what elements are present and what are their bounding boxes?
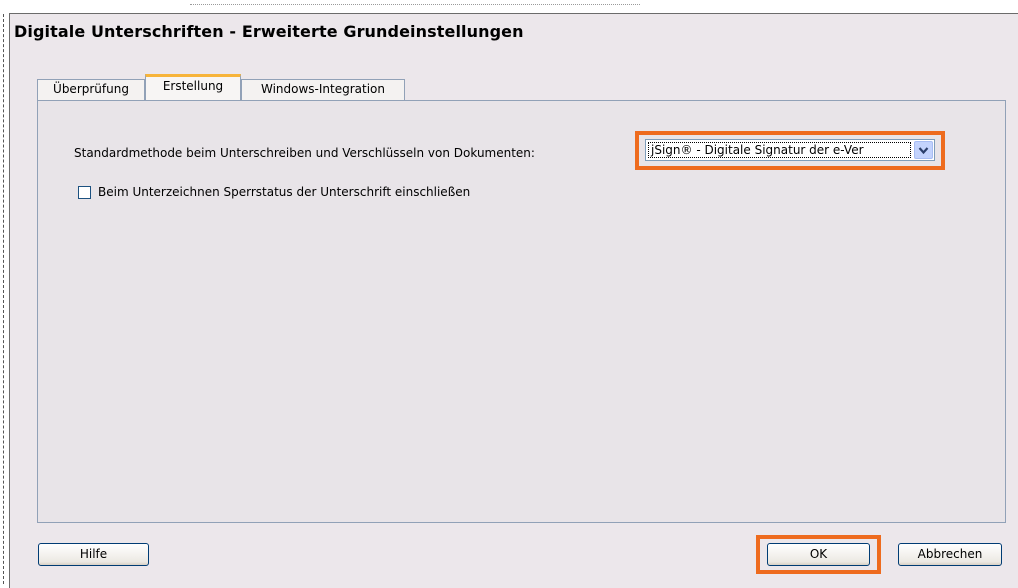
background-edge [3,14,6,584]
tab-ueberpruefung[interactable]: Überprüfung [37,79,145,100]
background-strip [0,0,1018,12]
default-method-value: jSign® - Digitale Signatur der e-Ver [648,142,911,158]
revocation-status-label[interactable]: Beim Unterzeichnen Sperrstatus der Unter… [98,185,470,199]
tab-label: Überprüfung [53,82,129,96]
dialog-window: Digitale Unterschriften - Erweiterte Gru… [9,13,1018,588]
cancel-button-label: Abbrechen [917,547,983,561]
ok-button[interactable]: OK [767,543,870,566]
tab-panel-erstellung: Standardmethode beim Unterschreiben und … [37,100,1006,523]
cancel-button[interactable]: Abbrechen [898,543,1002,566]
background-line [190,4,640,6]
tab-windows-integration[interactable]: Windows-Integration [241,79,405,100]
tab-label: Erstellung [162,79,224,93]
chevron-down-icon [918,146,929,154]
screen: Digitale Unterschriften - Erweiterte Gru… [0,0,1018,588]
tab-erstellung[interactable]: Erstellung [145,74,241,100]
ok-button-label: OK [809,547,828,561]
default-method-label: Standardmethode beim Unterschreiben und … [74,146,535,160]
help-button[interactable]: Hilfe [38,543,149,566]
revocation-status-checkbox[interactable] [78,186,91,199]
dropdown-button[interactable] [914,141,933,159]
help-button-label: Hilfe [79,547,108,561]
dialog-title: Digitale Unterschriften - Erweiterte Gru… [14,22,524,41]
default-method-select[interactable]: jSign® - Digitale Signatur der e-Ver [645,139,935,161]
title-bar: Digitale Unterschriften - Erweiterte Gru… [10,14,1018,46]
tab-label: Windows-Integration [260,82,386,96]
